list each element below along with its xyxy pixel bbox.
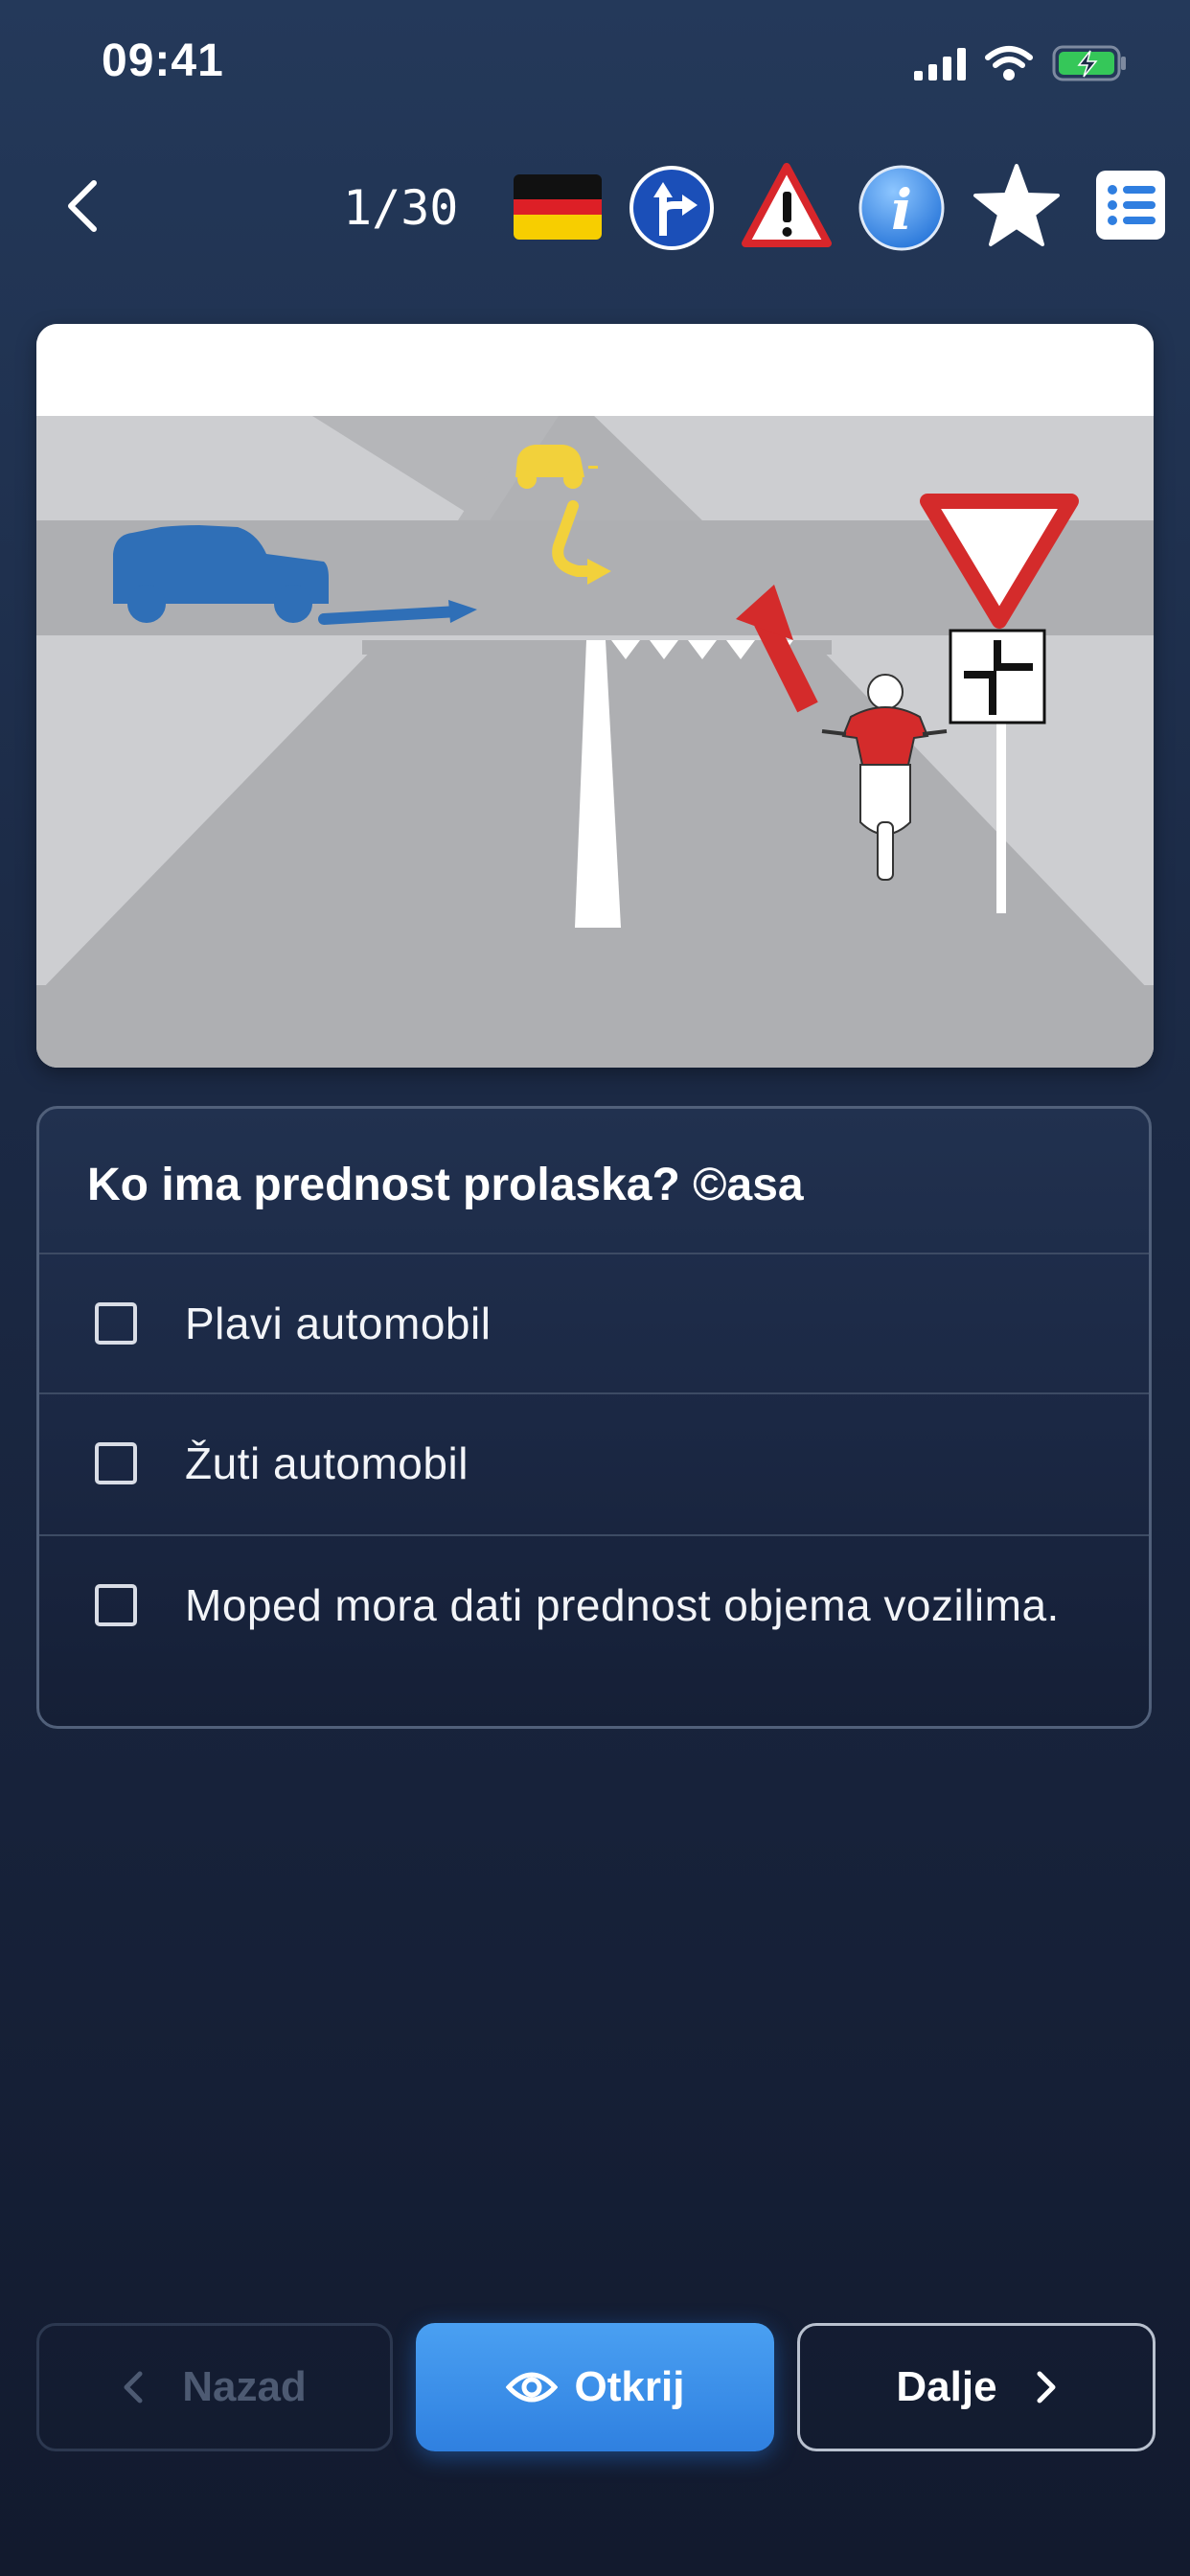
direction-sign-icon[interactable] bbox=[627, 163, 717, 253]
svg-text:i: i bbox=[891, 177, 912, 242]
answer-option-1[interactable]: Plavi automobil bbox=[39, 1253, 1149, 1392]
question-counter: 1/30 bbox=[343, 180, 459, 236]
answer-checkbox[interactable] bbox=[95, 1442, 137, 1484]
answer-label: Moped mora dati prednost objema vozilima… bbox=[185, 1580, 1060, 1630]
list-icon[interactable] bbox=[1094, 169, 1167, 242]
next-button-label: Dalje bbox=[896, 2363, 997, 2410]
back-button-label: Nazad bbox=[182, 2363, 307, 2410]
answer-option-2[interactable]: Žuti automobil bbox=[39, 1392, 1149, 1534]
answer-checkbox[interactable] bbox=[95, 1584, 137, 1626]
info-icon[interactable]: i bbox=[857, 163, 947, 253]
wifi-icon bbox=[985, 44, 1033, 86]
next-button[interactable]: Dalje bbox=[797, 2323, 1156, 2451]
battery-icon bbox=[1052, 44, 1129, 86]
german-flag-icon[interactable] bbox=[514, 174, 602, 240]
chevron-right-icon bbox=[1036, 2370, 1057, 2404]
question-image bbox=[36, 324, 1154, 1068]
chevron-left-icon bbox=[123, 2370, 144, 2404]
reveal-button-label: Otkrij bbox=[574, 2363, 685, 2410]
back-button[interactable]: Nazad bbox=[36, 2323, 393, 2451]
question-title: Ko ima prednost prolaska? ©asa bbox=[87, 1160, 804, 1210]
warning-sign-icon[interactable] bbox=[742, 161, 832, 251]
star-icon[interactable] bbox=[972, 161, 1062, 251]
eye-icon bbox=[505, 2370, 558, 2404]
back-chevron-icon[interactable] bbox=[54, 172, 111, 240]
question-card: Ko ima prednost prolaska? ©asa Plavi aut… bbox=[36, 1106, 1152, 1729]
answer-option-3[interactable]: Moped mora dati prednost objema vozilima… bbox=[39, 1534, 1149, 1726]
signal-icon bbox=[914, 48, 968, 84]
answer-label: Žuti automobil bbox=[185, 1438, 469, 1488]
reveal-button[interactable]: Otkrij bbox=[416, 2323, 774, 2451]
answer-checkbox[interactable] bbox=[95, 1302, 137, 1345]
status-time: 09:41 bbox=[102, 35, 224, 86]
answer-label: Plavi automobil bbox=[185, 1299, 492, 1348]
